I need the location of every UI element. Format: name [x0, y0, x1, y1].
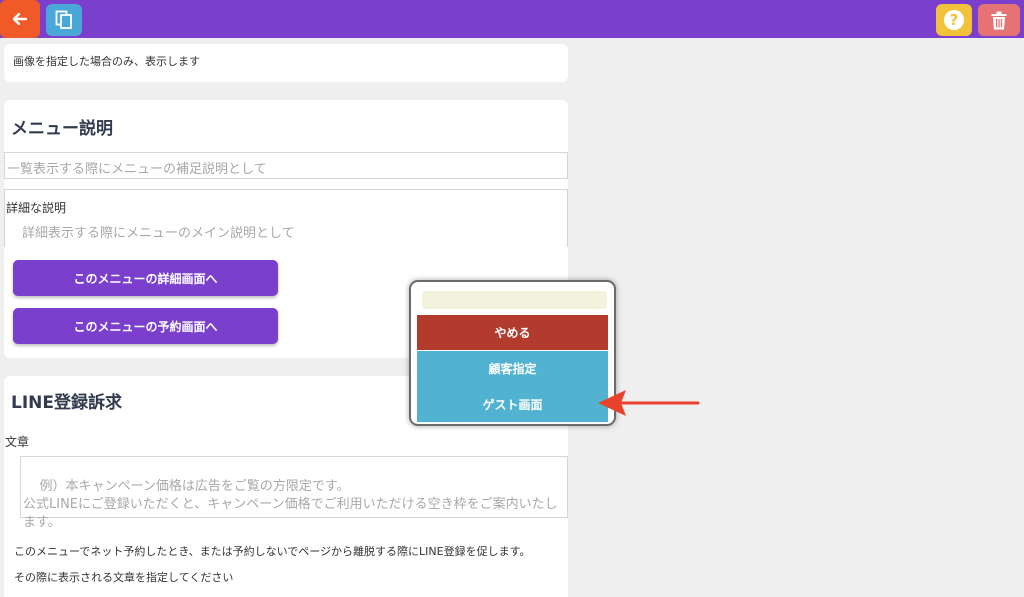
copy-icon — [55, 10, 72, 29]
text-label: 文章 — [5, 435, 30, 449]
detail-description-box[interactable]: 詳細な説明 詳細表示する際にメニューのメイン説明として — [4, 189, 568, 247]
menu-detail-button[interactable]: このメニューの詳細画面へ — [13, 260, 278, 296]
delete-button[interactable] — [978, 4, 1020, 36]
cancel-button[interactable]: やめる — [417, 315, 608, 350]
image-section: 画像を指定した場合のみ、表示します — [4, 44, 568, 82]
help-button[interactable]: ? — [936, 4, 972, 36]
question-icon: ? — [944, 10, 964, 30]
popup-input[interactable] — [422, 291, 607, 309]
line-note-1: このメニューでネット予約したとき、または予約しないでページから離脱する際にLIN… — [14, 545, 531, 558]
summary-description-input[interactable]: 一覧表示する際にメニューの補足説明として — [4, 152, 568, 179]
line-text-input[interactable]: 例）本キャンペーン価格は広告をご覧の方限定です。 公式LINEにご登録いただくと… — [20, 456, 568, 530]
line-note-2: その際に表示される文章を指定してください — [14, 571, 234, 584]
top-toolbar: ? — [0, 0, 1024, 38]
trash-icon — [991, 11, 1007, 29]
svg-text:?: ? — [950, 11, 959, 29]
line-registration-heading: LINE登録訴求 — [11, 393, 122, 413]
line-text-placeholder: 例）本キャンペーン価格は広告をご覧の方限定です。 公式LINEにご登録いただくと… — [23, 479, 558, 530]
image-note: 画像を指定した場合のみ、表示します — [13, 55, 200, 68]
action-popup: やめる 顧客指定 ゲスト画面 — [409, 280, 616, 426]
menu-reserve-button[interactable]: このメニューの予約画面へ — [13, 308, 278, 344]
back-button[interactable] — [0, 0, 40, 38]
detail-description-label: 詳細な説明 — [6, 201, 67, 215]
arrow-left-icon — [13, 13, 27, 25]
detail-description-placeholder: 詳細表示する際にメニューのメイン説明として — [22, 226, 295, 241]
summary-description-placeholder: 一覧表示する際にメニューの補足説明として — [7, 162, 267, 177]
guest-screen-button[interactable]: ゲスト画面 — [417, 386, 608, 422]
menu-description-heading: メニュー説明 — [11, 119, 113, 139]
customer-select-button[interactable]: 顧客指定 — [417, 351, 608, 386]
copy-button[interactable] — [46, 4, 82, 36]
annotation-arrow-icon — [598, 390, 700, 416]
